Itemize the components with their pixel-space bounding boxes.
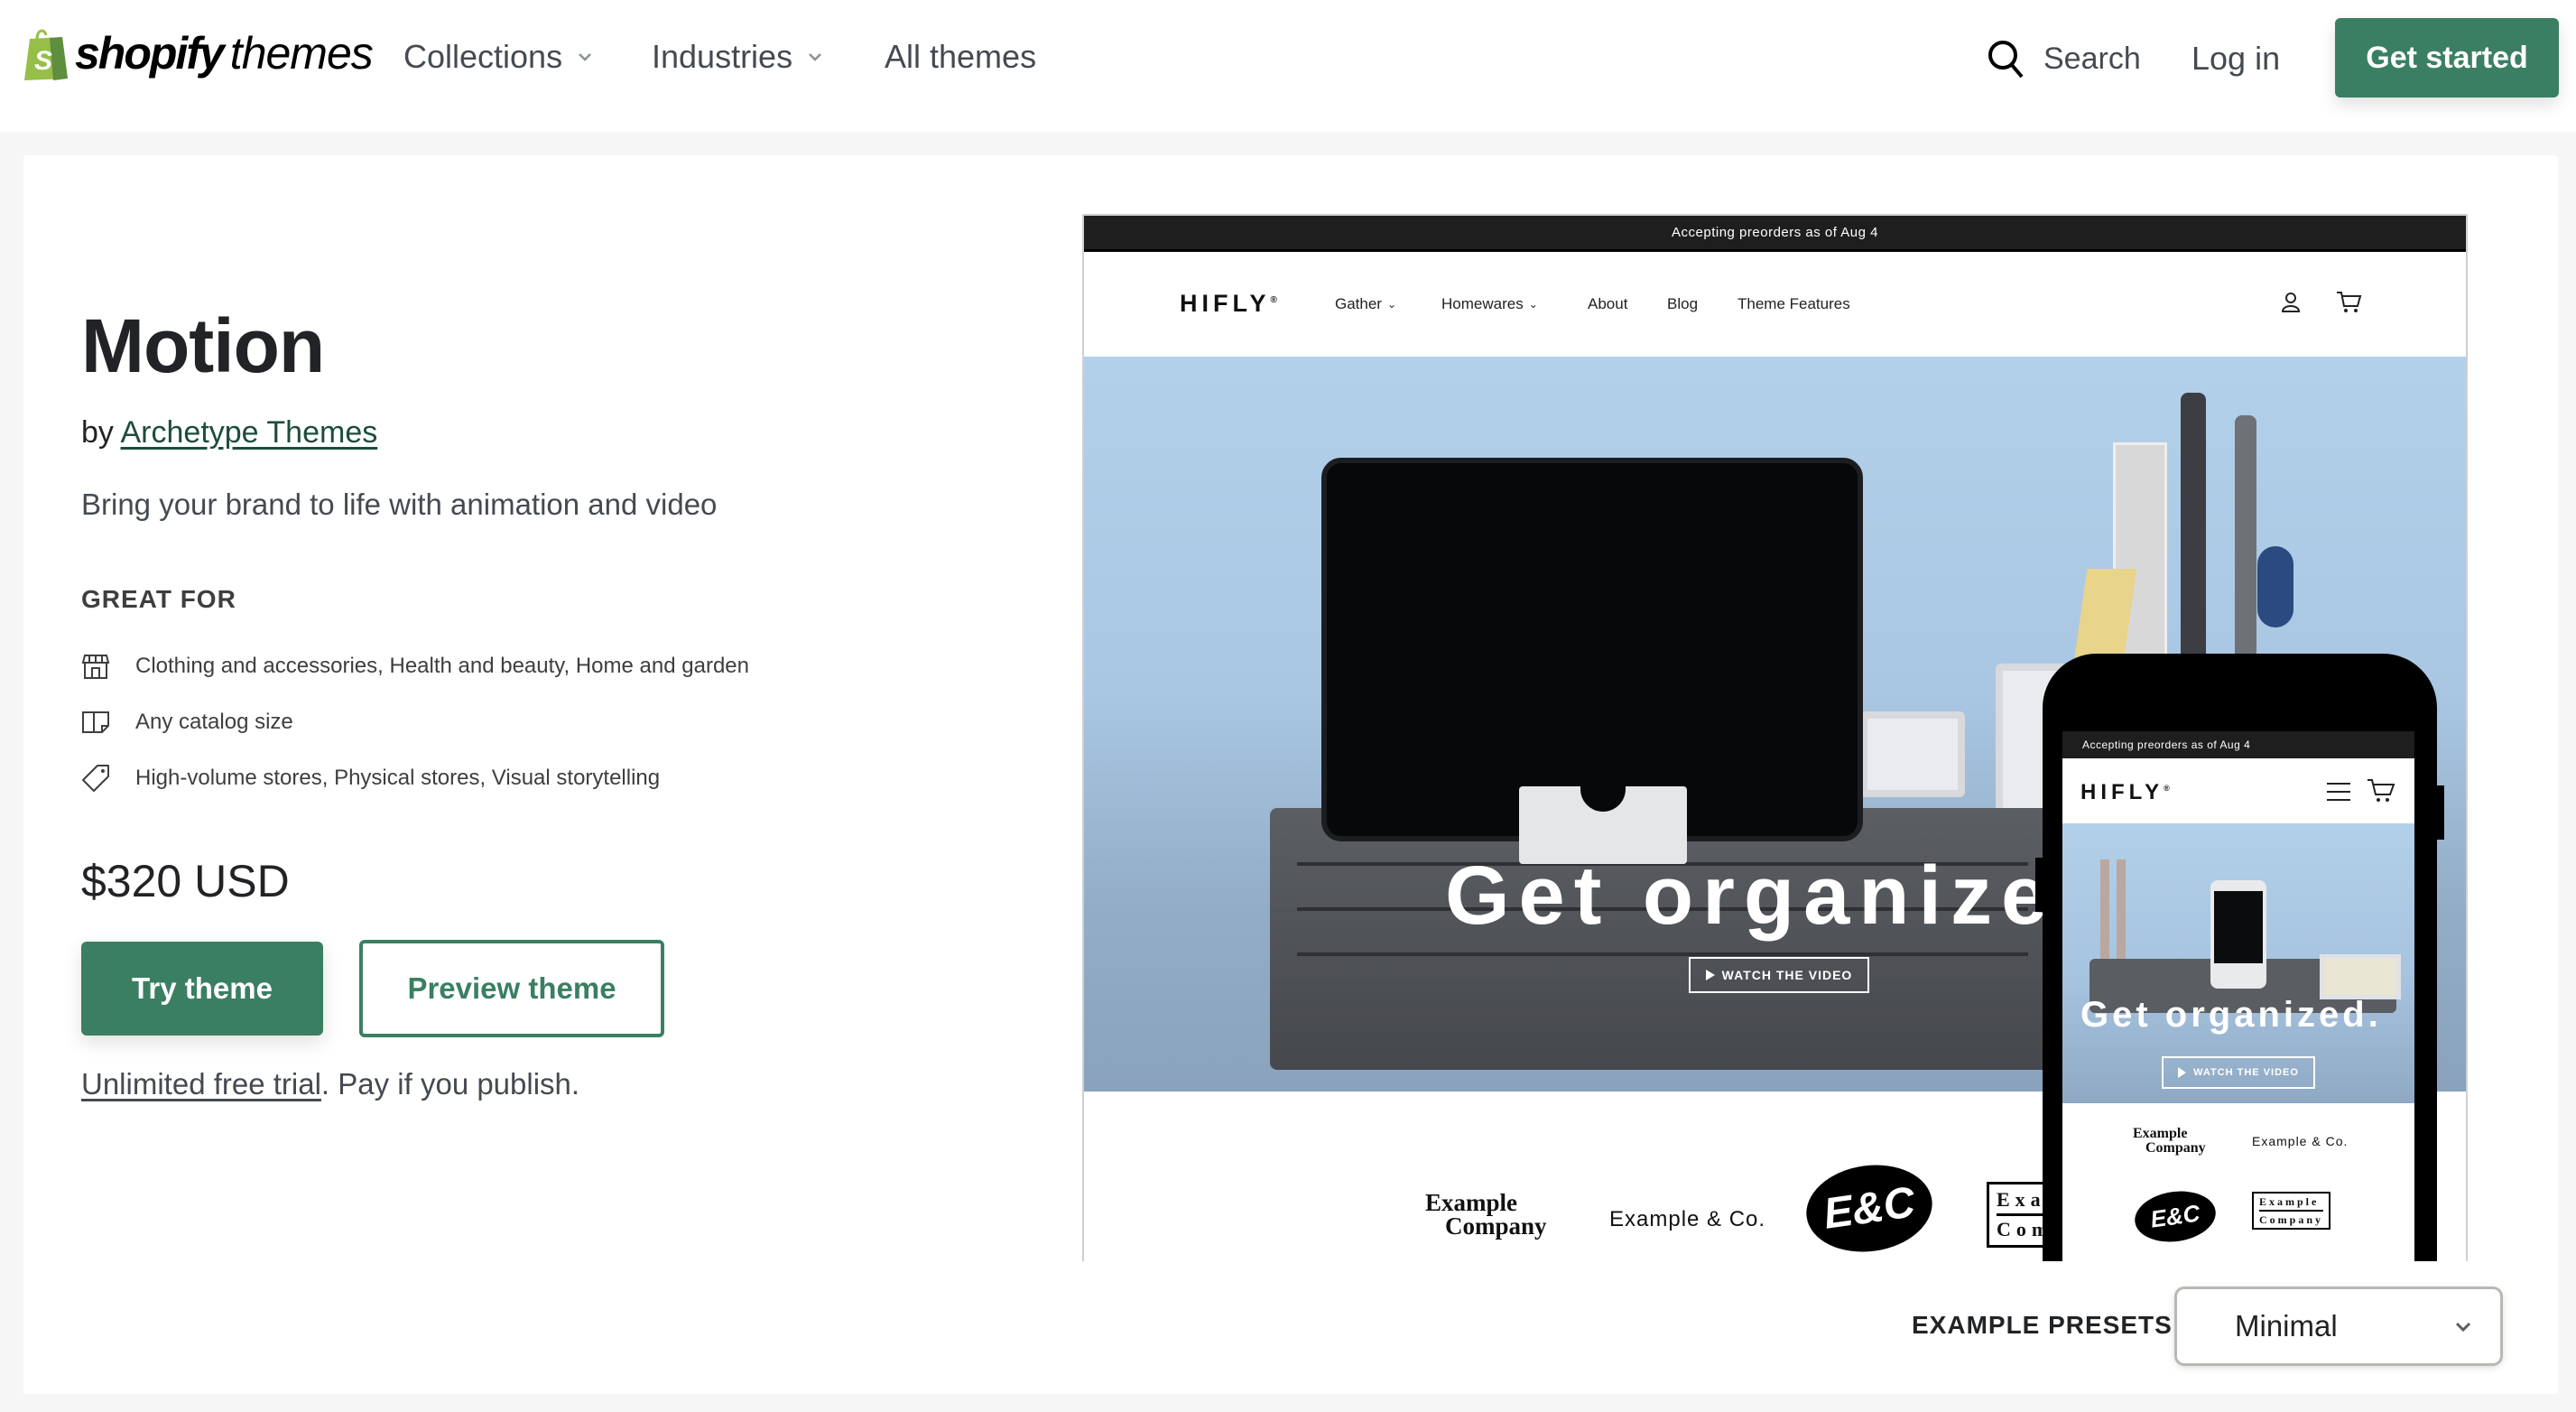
storefront-icon	[81, 655, 110, 679]
chevron-down-icon: ⌄	[1528, 298, 1538, 311]
catalog-book-icon	[82, 711, 109, 733]
site-header: S shopify themes Collections Industries …	[0, 0, 2576, 132]
search-icon	[1988, 41, 2024, 79]
search-button[interactable]: Search	[1986, 36, 2141, 81]
author-link[interactable]: Archetype Themes	[121, 415, 378, 450]
mobile-store-nav: HIFLY®	[2062, 758, 2414, 823]
nav-all-themes-label: All themes	[885, 38, 1037, 75]
nav-all-themes[interactable]: All themes	[885, 36, 1036, 78]
svg-text:S: S	[34, 46, 52, 76]
trial-note: Unlimited free trial. Pay if you publish…	[81, 1067, 579, 1101]
great-for-item: High-volume stores, Physical stores, Vis…	[81, 762, 660, 794]
account-icon	[2281, 293, 2301, 312]
preview-announcement-bar: Accepting preorders as of Aug 4	[1084, 216, 2466, 252]
trial-suffix: . Pay if you publish.	[320, 1067, 580, 1101]
chevron-down-icon	[809, 53, 821, 61]
chevron-down-icon: ⌄	[1386, 298, 1397, 311]
phone-on-dock-image	[2210, 880, 2266, 989]
cart-icon	[2368, 779, 2395, 802]
example-presets-select[interactable]: Minimal	[2177, 1289, 2500, 1363]
preview-store-nav: HIFLY® Gather ⌄ Homewares ⌄ About Blog The…	[1084, 252, 2466, 357]
great-for-text: High-volume stores, Physical stores, Vis…	[135, 766, 661, 790]
mobile-brand-logos: Example Company Example & Co. E&C Exampl…	[2062, 1103, 2414, 1261]
brand-logo-example-company: Example Company	[2133, 1126, 2206, 1156]
chevron-down-icon	[2455, 1322, 2471, 1333]
theme-price: $320 USD	[81, 856, 290, 906]
mobile-preview-image: Accepting preorders as of Aug 4 HIFLY® G…	[2043, 654, 2437, 1261]
preview-nav-homewares: Homewares ⌄	[1441, 295, 1538, 312]
desk-tray-image	[1860, 711, 1965, 797]
cart-icon	[2337, 292, 2362, 312]
brand-logo-ec: E&C	[2131, 1186, 2219, 1247]
byline-prefix: by	[81, 415, 114, 450]
play-icon	[2178, 1067, 2187, 1078]
mobile-screen: Accepting preorders as of Aug 4 HIFLY® G…	[2062, 731, 2414, 1261]
preview-theme-button[interactable]: Preview theme	[359, 940, 664, 1037]
great-for-item: Any catalog size	[81, 706, 293, 739]
preview-hero-headline: Get organized	[1445, 850, 2117, 942]
mobile-store-logo: HIFLY®	[2080, 780, 2170, 804]
phone-side-button	[2035, 858, 2043, 912]
preview-nav-gather: Gather ⌄	[1335, 295, 1397, 312]
great-for-text: Any catalog size	[135, 710, 293, 734]
nav-collections[interactable]: Collections	[403, 36, 597, 78]
mobile-hero: Get organized. WATCH THE VIDEO	[2062, 823, 2414, 1103]
great-for-text: Clothing and accessories, Health and bea…	[135, 654, 749, 678]
nav-industries-label: Industries	[652, 38, 793, 75]
shopify-themes-logo[interactable]: S shopify themes	[23, 23, 374, 83]
preset-selected-value: Minimal	[2235, 1309, 2338, 1342]
preview-nav-about: About	[1588, 295, 1628, 312]
logo-wordmark: shopify	[75, 28, 225, 79]
theme-title: Motion	[81, 303, 325, 388]
scissors-image	[2257, 546, 2293, 627]
search-label: Search	[2043, 41, 2141, 76]
brand-logo-ec: E&C	[1801, 1157, 1938, 1260]
example-presets-label: EXAMPLE PRESETS	[1912, 1311, 2173, 1339]
preview-nav-blog: Blog	[1667, 295, 1699, 312]
nav-industries[interactable]: Industries	[652, 36, 827, 78]
brand-logo-example-company: Example Company	[1425, 1189, 1547, 1240]
theme-byline: by Archetype Themes	[81, 415, 377, 451]
try-theme-button[interactable]: Try theme	[81, 942, 323, 1036]
play-icon	[1705, 970, 1715, 980]
notepad-image	[2320, 954, 2401, 999]
shopify-bag-icon: S	[23, 26, 69, 80]
great-for-item: Clothing and accessories, Health and bea…	[81, 650, 749, 683]
great-for-heading: GREAT FOR	[81, 585, 236, 613]
brand-logo-example-co: Example & Co.	[2252, 1134, 2349, 1148]
theme-tagline: Bring your brand to life with animation …	[81, 488, 718, 521]
preview-watch-video-button: WATCH THE VIDEO	[1689, 957, 1869, 993]
hamburger-menu-icon	[2327, 783, 2350, 801]
logo-suffix: themes	[229, 28, 374, 79]
free-trial-link[interactable]: Unlimited free trial	[81, 1067, 321, 1101]
chevron-down-icon	[579, 53, 591, 61]
mobile-watch-video-button: WATCH THE VIDEO	[2162, 1056, 2315, 1089]
login-link[interactable]: Log in	[2191, 36, 2280, 81]
tag-icon	[82, 765, 109, 792]
preview-store-logo: HIFLY®	[1180, 290, 1277, 317]
get-started-button[interactable]: Get started	[2335, 18, 2559, 98]
nav-collections-label: Collections	[403, 38, 563, 75]
preview-nav-theme-features: Theme Features	[1737, 295, 1850, 312]
mobile-hero-headline: Get organized.	[2080, 995, 2382, 1035]
brand-logo-example-co: Example & Co.	[1609, 1207, 1766, 1231]
phone-side-button	[2437, 785, 2444, 840]
brand-logo-boxed: Example Company	[2252, 1192, 2331, 1230]
mobile-announcement-bar: Accepting preorders as of Aug 4	[2062, 731, 2414, 758]
